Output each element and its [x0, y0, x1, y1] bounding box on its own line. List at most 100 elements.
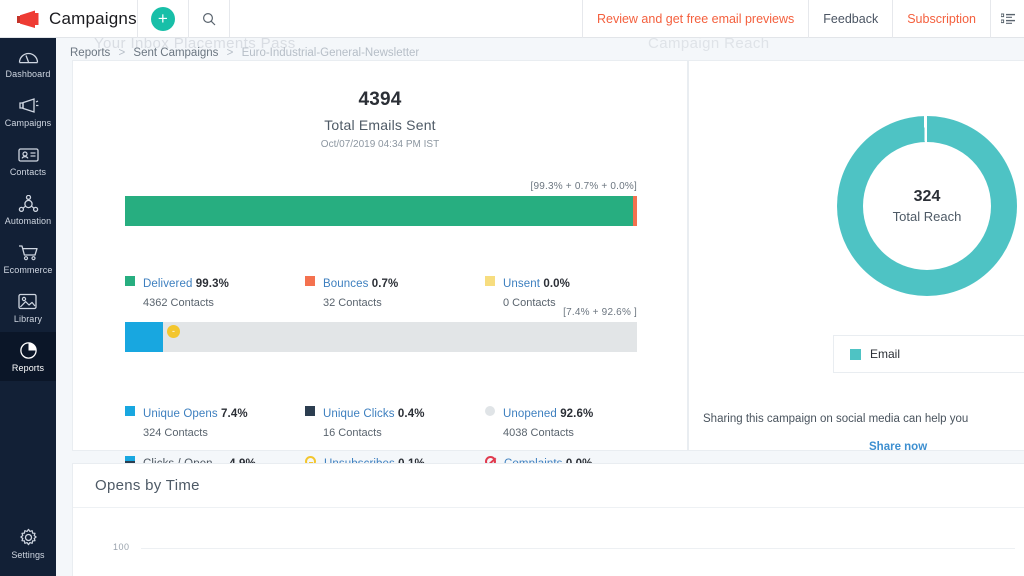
- reach-legend[interactable]: Email: [833, 335, 1024, 373]
- legend-title-unsent[interactable]: Unsent 0.0%: [503, 278, 570, 290]
- legend-title-unique-opens[interactable]: Unique Opens 7.4%: [143, 408, 248, 420]
- delivered-segment[interactable]: [125, 196, 634, 226]
- opens-card-header: Opens by Time: [73, 464, 1024, 508]
- opens-by-time-title: Opens by Time: [95, 477, 200, 494]
- unsubscribe-badge-icon[interactable]: -: [167, 325, 180, 338]
- cart-icon: [18, 243, 39, 263]
- app-header: Campaigns + Review and get free email pr…: [0, 0, 1024, 38]
- legend-text-unopened: Unopened: [503, 408, 557, 420]
- sidebar-label-ecommerce: Ecommerce: [3, 264, 53, 275]
- review-previews-link[interactable]: Review and get free email previews: [581, 0, 808, 38]
- total-emails-value: 4394: [358, 89, 402, 110]
- legend-text-unsent: Unsent: [503, 278, 541, 290]
- unique-clicks-swatch-icon: [305, 406, 315, 416]
- opens-by-time-card: Opens by Time 100: [72, 463, 1024, 576]
- delivery-legend: Delivered 99.3% 4362 Contacts Bounces 0.…: [125, 273, 665, 311]
- legend-item-unopened[interactable]: Unopened 92.6% 4038 Contacts: [485, 403, 665, 441]
- legend-title-bounces[interactable]: Bounces 0.7%: [323, 278, 398, 290]
- opens-chart-area[interactable]: 100: [73, 508, 1024, 576]
- megaphone-logo-icon: [14, 9, 40, 29]
- delivery-bar-caption: [99.3% + 0.7% + 0.0%]: [530, 181, 637, 192]
- delivered-swatch-icon: [125, 276, 135, 286]
- total-reach-value: 324: [913, 188, 941, 205]
- total-reach-donut-chart: 324 Total Reach: [837, 116, 1024, 296]
- share-now-link[interactable]: Share now: [869, 441, 927, 453]
- breadcrumb-separator-1: >: [118, 47, 126, 59]
- sidebar-label-settings: Settings: [11, 549, 45, 560]
- donut-center: 324 Total Reach: [863, 142, 991, 270]
- sidebar-item-settings[interactable]: Settings: [0, 519, 56, 568]
- sidebar-item-dashboard[interactable]: Dashboard: [0, 38, 56, 87]
- reach-legend-label: Email: [870, 347, 901, 361]
- list-menu-icon[interactable]: [990, 0, 1024, 38]
- campaign-reach-card: 324 Total Reach Email Sharing this campa…: [688, 60, 1024, 453]
- engagement-bar-caption: [7.4% + 92.6% ]: [563, 307, 637, 318]
- sidebar-label-dashboard: Dashboard: [5, 68, 51, 79]
- sidebar-item-library[interactable]: Library: [0, 283, 56, 332]
- legend-text-bounces: Bounces: [323, 278, 369, 290]
- legend-percent-bounces: 0.7%: [371, 278, 399, 290]
- bounces-swatch-icon: [305, 276, 315, 286]
- sent-timestamp: Oct/07/2019 04:34 PM IST: [320, 139, 440, 150]
- total-emails-label: Total Emails Sent: [324, 117, 436, 133]
- legend-item-unique-clicks[interactable]: Unique Clicks 0.4% 16 Contacts: [305, 403, 485, 441]
- legend-sub-unique-opens: 324 Contacts: [143, 427, 208, 439]
- legend-sub-unopened: 4038 Contacts: [503, 427, 574, 439]
- sidebar-label-contacts: Contacts: [9, 166, 47, 177]
- legend-percent-unique-opens: 7.4%: [221, 408, 248, 420]
- search-icon[interactable]: [189, 0, 229, 38]
- gear-icon: [19, 528, 38, 548]
- feedback-link[interactable]: Feedback: [808, 0, 892, 38]
- page-content: Your Inbox Placements Pass Campaign Reac…: [56, 38, 1024, 576]
- breadcrumb-current: Euro-Industrial-General-Newsletter: [241, 47, 420, 59]
- dashboard-icon: [18, 47, 39, 67]
- unsent-swatch-icon: [485, 276, 495, 286]
- engagement-bar: -: [125, 322, 637, 352]
- legend-item-delivered[interactable]: Delivered 99.3% 4362 Contacts: [125, 273, 305, 311]
- legend-item-unsent[interactable]: Unsent 0.0% 0 Contacts: [485, 273, 665, 311]
- pie-chart-icon: [19, 341, 38, 361]
- megaphone-icon: [18, 96, 39, 116]
- legend-title-delivered[interactable]: Delivered 99.3%: [143, 278, 229, 290]
- create-campaign-button[interactable]: +: [150, 6, 175, 31]
- legend-percent-unsent: 0.0%: [543, 278, 570, 290]
- sidebar-item-automation[interactable]: Automation: [0, 185, 56, 234]
- image-library-icon: [18, 292, 38, 312]
- header-divider: [136, 0, 138, 38]
- sidebar-item-ecommerce[interactable]: Ecommerce: [0, 234, 56, 283]
- delivery-bar: [125, 196, 637, 226]
- email-swatch-icon: [850, 348, 861, 360]
- legend-sub-unique-clicks: 16 Contacts: [323, 427, 382, 439]
- legend-title-unopened[interactable]: Unopened 92.6%: [503, 408, 593, 420]
- total-emails-block: 4394 Total Emails Sent Oct/07/2019 04:34…: [73, 61, 687, 150]
- breadcrumb-separator-2: >: [226, 47, 234, 59]
- automation-icon: [18, 194, 39, 214]
- total-reach-label: Total Reach: [892, 209, 962, 224]
- app-title: Campaigns: [49, 8, 137, 28]
- legend-item-unique-opens[interactable]: Unique Opens 7.4% 324 Contacts: [125, 403, 305, 441]
- legend-item-bounces[interactable]: Bounces 0.7% 32 Contacts: [305, 273, 485, 311]
- breadcrumb-reports[interactable]: Reports: [70, 47, 110, 59]
- header-actions: Review and get free email previews Feedb…: [581, 0, 1024, 38]
- sidebar-item-campaigns[interactable]: Campaigns: [0, 87, 56, 136]
- sidebar-label-library: Library: [13, 313, 43, 324]
- sidebar: Dashboard Campaigns Contacts Automation …: [0, 38, 56, 576]
- sidebar-item-contacts[interactable]: Contacts: [0, 136, 56, 185]
- delivery-bar-block: [99.3% + 0.7% + 0.0%]: [125, 181, 637, 226]
- subscription-link[interactable]: Subscription: [892, 0, 990, 38]
- breadcrumb-sent-campaigns[interactable]: Sent Campaigns: [133, 47, 218, 59]
- sidebar-item-reports[interactable]: Reports: [0, 332, 56, 381]
- sidebar-label-reports: Reports: [11, 362, 45, 373]
- breadcrumb: Reports > Sent Campaigns > Euro-Industri…: [70, 47, 419, 59]
- legend-percent-unique-clicks: 0.4%: [397, 408, 425, 420]
- unique-opens-segment[interactable]: [125, 322, 163, 352]
- email-summary-card: 4394 Total Emails Sent Oct/07/2019 04:34…: [72, 60, 688, 489]
- engagement-legend: Unique Opens 7.4% 324 Contacts Unique Cl…: [125, 403, 665, 441]
- legend-title-unique-clicks[interactable]: Unique Clicks 0.4%: [323, 408, 425, 420]
- clipped-section-title: Campaign Reach: [648, 38, 770, 52]
- sidebar-label-campaigns: Campaigns: [4, 117, 52, 128]
- bounces-segment[interactable]: [633, 196, 637, 226]
- engagement-bar-block: [7.4% + 92.6% ] -: [125, 307, 637, 352]
- unique-opens-swatch-icon: [125, 406, 135, 416]
- unopened-swatch-icon: [485, 406, 495, 416]
